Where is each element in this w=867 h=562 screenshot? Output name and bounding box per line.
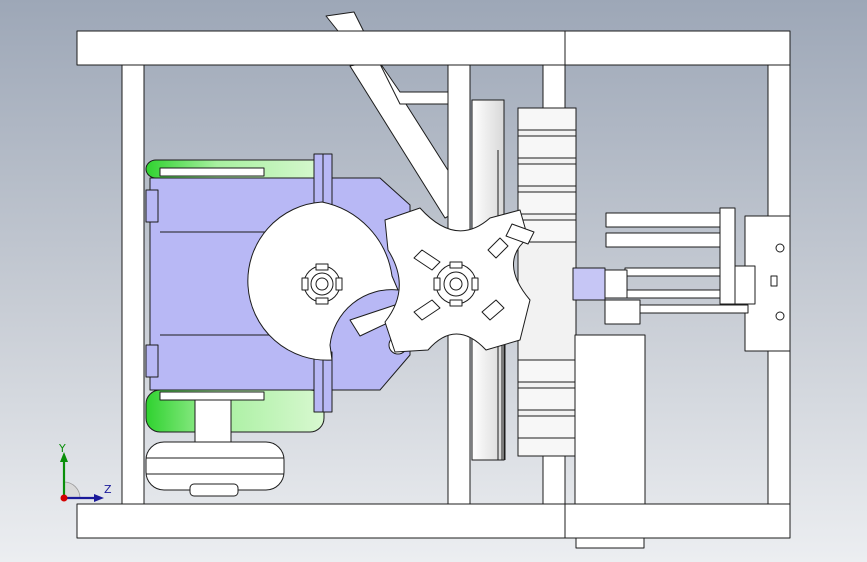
- y-axis-label: Y: [59, 442, 66, 455]
- orientation-triad: Y Z: [50, 440, 130, 510]
- cad-viewport[interactable]: Y Z: [0, 0, 867, 562]
- left-post: [121, 64, 145, 505]
- z-axis-label: Z: [104, 483, 112, 496]
- triad-origin-icon: [60, 494, 68, 502]
- z-axis-arrow-icon: [94, 494, 104, 502]
- bottom-foot: [575, 537, 645, 549]
- assembly-drawing[interactable]: [0, 0, 867, 562]
- right-bracket: [574, 207, 791, 505]
- top-rail: [76, 30, 791, 66]
- bottom-rail: [76, 503, 791, 539]
